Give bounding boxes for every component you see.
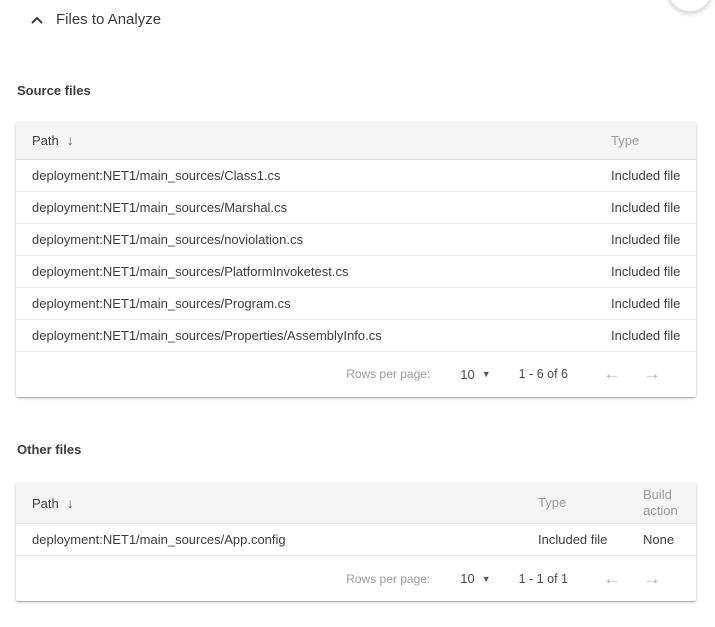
- cell-type: Included file: [595, 159, 696, 191]
- column-header-path[interactable]: Path ↓: [16, 483, 522, 524]
- dropdown-caret-icon: ▼: [482, 574, 491, 584]
- rows-per-page-select[interactable]: 10 ▼: [460, 367, 490, 382]
- source-files-pagination: Rows per page: 10 ▼ 1 - 6 of 6 ← →: [16, 352, 696, 397]
- rows-per-page-label: Rows per page:: [346, 572, 430, 586]
- cell-type: Included file: [595, 223, 696, 255]
- other-files-label: Other files: [17, 442, 715, 457]
- sort-descending-icon: ↓: [67, 132, 74, 148]
- column-header-path-label: Path: [32, 133, 59, 148]
- cell-type: Included file: [595, 191, 696, 223]
- arrow-left-icon: ←: [604, 569, 621, 588]
- files-to-analyze-page: Files to Analyze Source files Path ↓ Type…: [0, 0, 715, 627]
- cell-path: deployment:NET1/main_sources/noviolation…: [16, 223, 595, 255]
- cell-build-action: None: [627, 524, 696, 556]
- previous-page-button[interactable]: ←: [592, 364, 632, 384]
- dropdown-caret-icon: ▼: [482, 369, 491, 379]
- cell-type: Included file: [595, 287, 696, 319]
- table-row: deployment:NET1/main_sources/Program.cs …: [16, 287, 696, 319]
- source-files-label: Source files: [17, 83, 715, 98]
- source-files-table: Path ↓ Type deployment:NET1/main_sources/…: [16, 122, 696, 352]
- column-header-build-action: Build action: [627, 483, 696, 524]
- cell-type: Included file: [595, 319, 696, 351]
- cell-type: Included file: [595, 255, 696, 287]
- other-files-table-card: Path ↓ Type Build action deployment:NET1/…: [16, 483, 696, 602]
- other-files-pagination: Rows per page: 10 ▼ 1 - 1 of 1 ← →: [16, 556, 696, 601]
- cell-path: deployment:NET1/main_sources/Marshal.cs: [16, 191, 595, 223]
- collapse-section-button[interactable]: [29, 12, 45, 28]
- rows-per-page-value: 10: [460, 571, 474, 586]
- source-files-table-card: Path ↓ Type deployment:NET1/main_sources/…: [16, 122, 696, 397]
- source-files-header-row: Path ↓ Type: [16, 122, 696, 159]
- arrow-right-icon: →: [644, 364, 661, 383]
- next-page-button[interactable]: →: [632, 364, 672, 384]
- previous-page-button[interactable]: ←: [592, 569, 632, 589]
- chevron-up-icon: [31, 16, 43, 24]
- arrow-right-icon: →: [644, 569, 661, 588]
- column-header-type: Type: [522, 483, 627, 524]
- arrow-left-icon: ←: [604, 364, 621, 383]
- rows-per-page-select[interactable]: 10 ▼: [460, 571, 490, 586]
- column-header-path-label: Path: [32, 496, 59, 511]
- column-header-path[interactable]: Path ↓: [16, 122, 595, 159]
- rows-per-page-value: 10: [460, 367, 474, 382]
- other-files-table: Path ↓ Type Build action deployment:NET1/…: [16, 483, 696, 557]
- cell-path: deployment:NET1/main_sources/Program.cs: [16, 287, 595, 319]
- section-title: Files to Analyze: [56, 11, 161, 28]
- section-header: Files to Analyze: [0, 0, 715, 28]
- cell-path: deployment:NET1/main_sources/Class1.cs: [16, 159, 595, 191]
- table-row: deployment:NET1/main_sources/Properties/…: [16, 319, 696, 351]
- table-row: deployment:NET1/main_sources/PlatformInv…: [16, 255, 696, 287]
- column-header-type: Type: [595, 122, 696, 159]
- cell-path: deployment:NET1/main_sources/PlatformInv…: [16, 255, 595, 287]
- pagination-range: 1 - 6 of 6: [519, 367, 568, 381]
- rows-per-page-label: Rows per page:: [346, 367, 430, 381]
- next-page-button[interactable]: →: [632, 569, 672, 589]
- table-row: deployment:NET1/main_sources/App.config …: [16, 524, 696, 556]
- cell-type: Included file: [522, 524, 627, 556]
- table-row: deployment:NET1/main_sources/noviolation…: [16, 223, 696, 255]
- table-row: deployment:NET1/main_sources/Marshal.cs …: [16, 191, 696, 223]
- sort-descending-icon: ↓: [67, 495, 74, 511]
- pagination-range: 1 - 1 of 1: [519, 572, 568, 586]
- table-row: deployment:NET1/main_sources/Class1.cs I…: [16, 159, 696, 191]
- cell-path: deployment:NET1/main_sources/Properties/…: [16, 319, 595, 351]
- cell-path: deployment:NET1/main_sources/App.config: [16, 524, 522, 556]
- other-files-header-row: Path ↓ Type Build action: [16, 483, 696, 524]
